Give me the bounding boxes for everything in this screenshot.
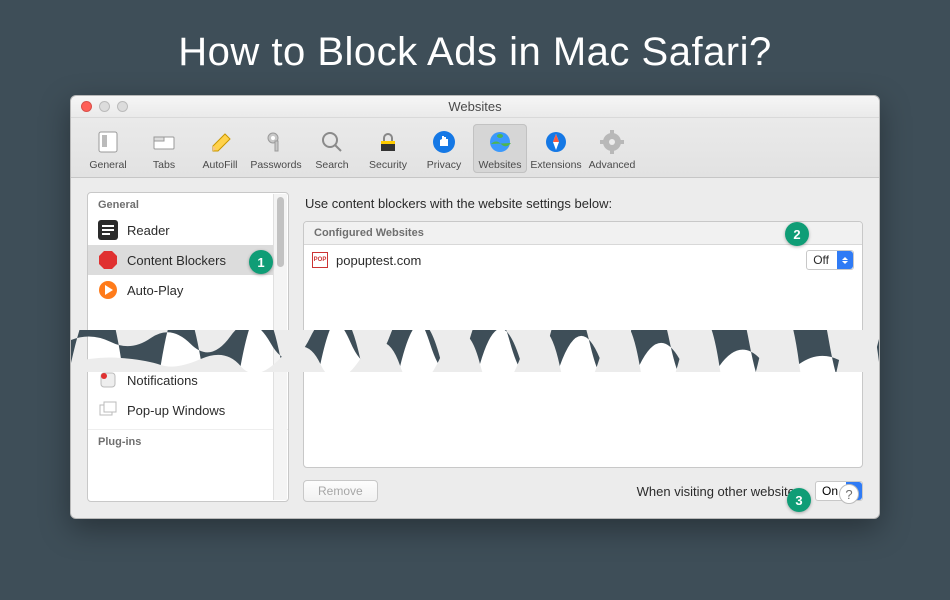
tab-advanced[interactable]: Advanced <box>585 124 639 173</box>
tab-label: Websites <box>479 159 522 171</box>
tab-label: Tabs <box>153 159 175 171</box>
window-body: General Reader Content Blockers Auto-Pla… <box>71 178 879 518</box>
other-websites-label: When visiting other websites: <box>637 484 805 499</box>
tab-privacy[interactable]: Privacy <box>417 124 471 173</box>
sidebar-item-label: Auto-Play <box>127 283 183 298</box>
tab-search[interactable]: Search <box>305 124 359 173</box>
tab-label: Advanced <box>589 159 636 171</box>
window-controls <box>71 101 128 112</box>
sidebar-item-popup-windows[interactable]: Pop-up Windows <box>88 395 273 425</box>
tab-security[interactable]: Security <box>361 124 415 173</box>
chevron-updown-icon <box>837 251 853 269</box>
callout-badge-3: 3 <box>787 488 811 512</box>
sidebar-item-autoplay[interactable]: Auto-Play <box>88 275 273 305</box>
sidebar-item-label: Content Blockers <box>127 253 226 268</box>
reader-icon <box>98 220 118 240</box>
sidebar-item-content-blockers[interactable]: Content Blockers <box>88 245 273 275</box>
sidebar-section-plugins: Plug-ins <box>88 429 288 452</box>
stop-icon <box>98 250 118 270</box>
instruction-text: Use content blockers with the website se… <box>303 192 863 221</box>
compass-icon <box>542 128 570 156</box>
tab-label: Security <box>369 159 407 171</box>
globe-icon <box>486 128 514 156</box>
sidebar-item-notifications[interactable]: Notifications <box>88 365 273 395</box>
tab-label: Extensions <box>530 159 581 171</box>
gear-icon <box>598 128 626 156</box>
window-title: Websites <box>71 99 879 114</box>
sidebar: General Reader Content Blockers Auto-Pla… <box>87 192 289 502</box>
callout-badge-2: 2 <box>785 222 809 246</box>
sidebar-scrollbar[interactable] <box>273 194 287 500</box>
tab-autofill[interactable]: AutoFill <box>193 124 247 173</box>
titlebar: Websites <box>71 96 879 118</box>
tab-label: Privacy <box>427 159 461 171</box>
row-site: popuptest.com <box>336 253 421 268</box>
sidebar-section-general: General <box>88 193 288 215</box>
prefs-toolbar: General Tabs AutoFill Passwords Search S… <box>71 118 879 178</box>
callout-badge-1: 1 <box>249 250 273 274</box>
pencil-icon <box>206 128 234 156</box>
table-header: Configured Websites <box>304 222 862 245</box>
tab-label: Search <box>315 159 348 171</box>
remove-button[interactable]: Remove <box>303 480 378 502</box>
sidebar-item-label: Reader <box>127 223 170 238</box>
switch-icon <box>94 128 122 156</box>
bell-icon <box>98 370 118 390</box>
close-icon[interactable] <box>81 101 92 112</box>
favicon-icon: POP <box>312 252 328 268</box>
row-value-select[interactable]: Off <box>806 250 854 270</box>
hand-icon <box>430 128 458 156</box>
tab-extensions[interactable]: Extensions <box>529 124 583 173</box>
page-title: How to Block Ads in Mac Safari? <box>0 0 950 95</box>
lock-icon <box>374 128 402 156</box>
tab-general[interactable]: General <box>81 124 135 173</box>
main-panel: Use content blockers with the website se… <box>303 192 863 502</box>
search-icon <box>318 128 346 156</box>
tab-label: AutoFill <box>202 159 237 171</box>
preferences-window: Websites General Tabs AutoFill Passwords… <box>70 95 880 519</box>
zoom-icon[interactable] <box>117 101 128 112</box>
help-button[interactable]: ? <box>839 484 859 504</box>
sidebar-gap <box>88 305 288 365</box>
tab-tabs[interactable]: Tabs <box>137 124 191 173</box>
select-value: Off <box>807 253 837 267</box>
tab-label: Passwords <box>250 159 301 171</box>
configured-websites-table: Configured Websites POP popuptest.com Of… <box>303 221 863 468</box>
play-icon <box>98 280 118 300</box>
minimize-icon[interactable] <box>99 101 110 112</box>
sidebar-item-label: Notifications <box>127 373 198 388</box>
tab-passwords[interactable]: Passwords <box>249 124 303 173</box>
tab-label: General <box>89 159 126 171</box>
table-row[interactable]: POP popuptest.com Off <box>304 245 862 275</box>
key-icon <box>262 128 290 156</box>
panel-footer: Remove When visiting other websites: On <box>303 468 863 502</box>
windows-icon <box>98 400 118 420</box>
tabs-icon <box>150 128 178 156</box>
sidebar-item-label: Pop-up Windows <box>127 403 225 418</box>
tab-websites[interactable]: Websites <box>473 124 527 173</box>
sidebar-item-reader[interactable]: Reader <box>88 215 273 245</box>
